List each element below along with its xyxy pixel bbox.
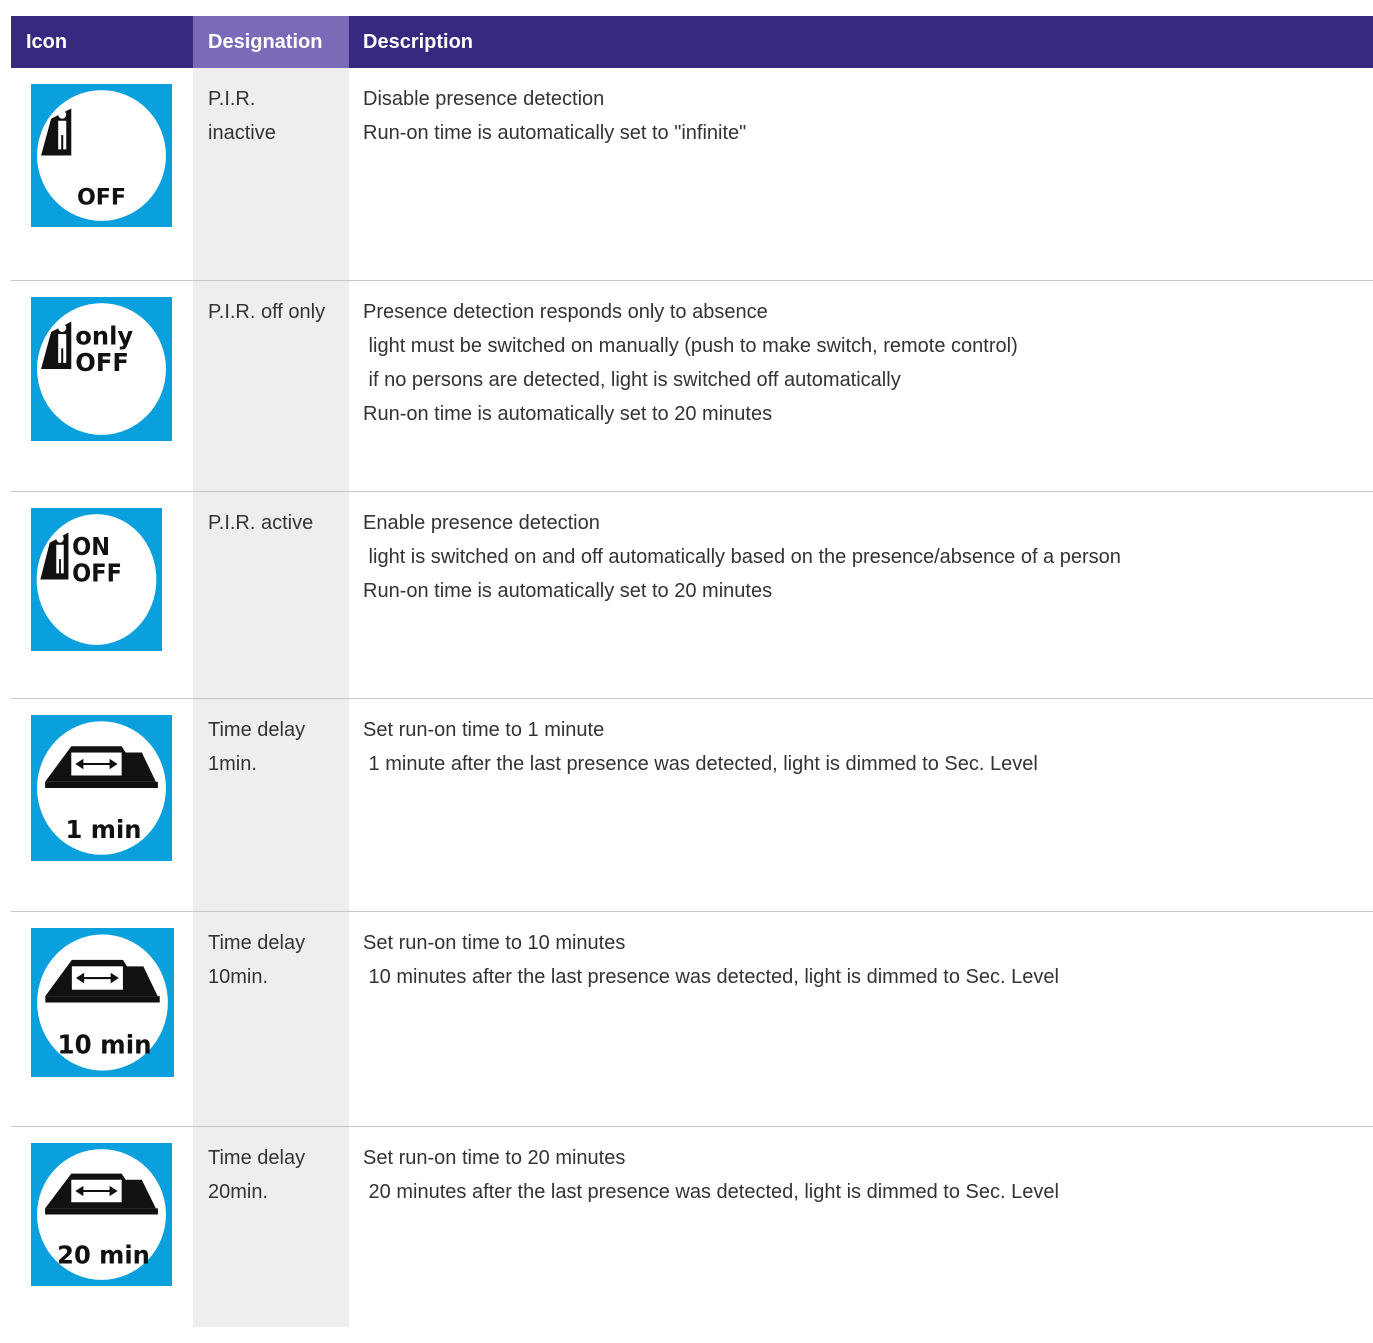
table-row: 10 min Time delay 10min. Set run-on time t… (11, 912, 1373, 1127)
icon-tile: ON OFF (31, 508, 162, 651)
svg-text:ON: ON (72, 532, 110, 561)
description-line: Enable presence detection (363, 512, 600, 534)
description-line: Disable presence detection (363, 88, 605, 110)
description-line: Run-on time is automatically set to "inf… (363, 122, 747, 144)
svg-text:10 min: 10 min (58, 1030, 152, 1060)
description-line: light must be switched on manually (push… (363, 335, 1018, 357)
header-description: Description (363, 31, 474, 53)
icon-tile: OFF (31, 84, 172, 227)
pir-only-off-icon: onlyOFF (37, 303, 166, 435)
time-delay-1min-icon: 1 min (37, 721, 166, 855)
svg-text:20 min: 20 min (57, 1240, 150, 1269)
description-line: Set run-on time to 1 minute (363, 719, 605, 741)
description-cell: Presence detection responds only to abse… (363, 295, 1363, 431)
description-cell: Enable presence detection light is switc… (363, 506, 1363, 608)
designation-cell: P.I.R. off only (208, 301, 326, 323)
svg-text:OFF: OFF (72, 559, 122, 588)
description-line: if no persons are detected, light is swi… (363, 369, 901, 391)
time-delay-10min-icon: 10 min (37, 934, 168, 1071)
designation-cell: P.I.R. active (208, 512, 314, 534)
icon-tile: 10 min (31, 928, 174, 1077)
icon-tile: 1 min (31, 715, 172, 861)
description-cell: Set run-on time to 10 minutes 10 minutes… (363, 926, 1363, 994)
description-line: 10 minutes after the last presence was d… (363, 966, 1059, 988)
icon-tile: 20 min (31, 1143, 172, 1286)
svg-text:OFF: OFF (77, 184, 126, 210)
description-line: Set run-on time to 10 minutes (363, 932, 626, 954)
description-line: Presence detection responds only to abse… (363, 301, 768, 323)
description-line: light is switched on and off automatical… (363, 546, 1121, 568)
description-line: 20 minutes after the last presence was d… (363, 1181, 1059, 1203)
table-row: OFF P.I.R. inactive Disable presence detec… (11, 68, 1373, 281)
description-line: Set run-on time to 20 minutes (363, 1147, 626, 1169)
designation-cell: Time delay 20min. (208, 1147, 306, 1203)
pir-on-off-icon: ONOFF (36, 514, 157, 645)
icon-tile: only OFF (31, 297, 172, 441)
svg-text:only: only (75, 321, 133, 350)
svg-text:1 min: 1 min (66, 815, 142, 845)
table-header: Icon Designation Description (11, 16, 1373, 68)
description-cell: Set run-on time to 1 minute 1 minute aft… (363, 713, 1363, 781)
header-designation: Designation (193, 16, 349, 68)
description-cell: Disable presence detection Run-on time is… (363, 82, 1363, 150)
table-row: 1 min Time delay 1min. Set run-on time to … (11, 699, 1373, 912)
designation-cell: Time delay 1min. (208, 719, 306, 775)
table-row: 20 min Time delay 20min. Set run-on time t… (11, 1127, 1373, 1343)
pir-off-icon: OFF (37, 90, 166, 221)
description-cell: Set run-on time to 20 minutes 20 minutes… (363, 1141, 1363, 1209)
description-line: Run-on time is automatically set to 20 m… (363, 580, 773, 602)
feature-table: Icon Designation Description OFF P.I.R. i… (11, 16, 1373, 1327)
svg-text:OFF: OFF (75, 348, 129, 377)
table-row: ON OFF P.I.R. active Enable presence detect… (11, 492, 1373, 699)
designation-cell: Time delay 10min. (208, 932, 306, 988)
header-icon: Icon (26, 31, 68, 53)
table-row: only OFF P.I.R. off only Presence detection… (11, 281, 1373, 492)
description-line: Run-on time is automatically set to 20 m… (363, 403, 773, 425)
designation-cell: P.I.R. inactive (208, 88, 276, 144)
time-delay-20min-icon: 20 min (37, 1149, 166, 1280)
description-line: 1 minute after the last presence was det… (363, 753, 1038, 775)
